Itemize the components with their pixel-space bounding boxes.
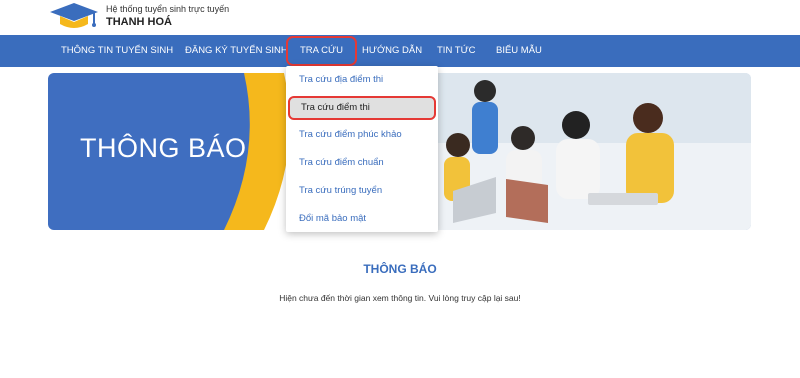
site-subtitle: Hệ thống tuyển sinh trực tuyến	[106, 4, 230, 14]
menu-item-tra-cuu-diem-chuan[interactable]: Tra cứu điểm chuẩn	[286, 151, 438, 175]
notice-message: Hiện chưa đến thời gian xem thông tin. V…	[279, 293, 521, 303]
graduation-cap-logo[interactable]	[48, 2, 100, 34]
nav-item-tra-cuu[interactable]: TRA CỨU	[286, 36, 357, 66]
menu-item-tra-cuu-diem-thi[interactable]: Tra cứu điểm thi	[288, 96, 436, 120]
tra-cuu-dropdown-menu: Tra cứu địa điểm thi Tra cứu điểm thi Tr…	[286, 66, 438, 232]
notice-title: THÔNG BÁO	[363, 262, 437, 276]
site-name[interactable]: THANH HOÁ	[106, 16, 172, 28]
menu-item-tra-cuu-trung-tuyen[interactable]: Tra cứu trúng tuyển	[286, 179, 438, 203]
menu-item-tra-cuu-diem-phuc-khao[interactable]: Tra cứu điểm phúc khảo	[286, 123, 438, 147]
menu-item-doi-ma-bao-mat[interactable]: Đổi mã bảo mật	[286, 207, 438, 231]
menu-item-tra-cuu-dia-diem-thi[interactable]: Tra cứu địa điểm thi	[286, 68, 438, 92]
main-nav: THÔNG TIN TUYỂN SINH ĐĂNG KÝ TUYỂN SINH …	[0, 35, 800, 67]
site-header: Hệ thống tuyển sinh trực tuyến THANH HOÁ	[0, 0, 800, 35]
nav-item-tin-tuc[interactable]: TIN TỨC	[437, 35, 476, 67]
banner-title: THÔNG BÁO	[80, 133, 247, 163]
nav-item-huong-dan[interactable]: HƯỚNG DẪN	[362, 35, 422, 67]
nav-item-thong-tin-tuyen-sinh[interactable]: THÔNG TIN TUYỂN SINH	[61, 35, 173, 67]
nav-item-bieu-mau[interactable]: BIỂU MẪU	[496, 35, 542, 67]
nav-item-dang-ky-tuyen-sinh[interactable]: ĐĂNG KÝ TUYỂN SINH	[185, 35, 288, 67]
